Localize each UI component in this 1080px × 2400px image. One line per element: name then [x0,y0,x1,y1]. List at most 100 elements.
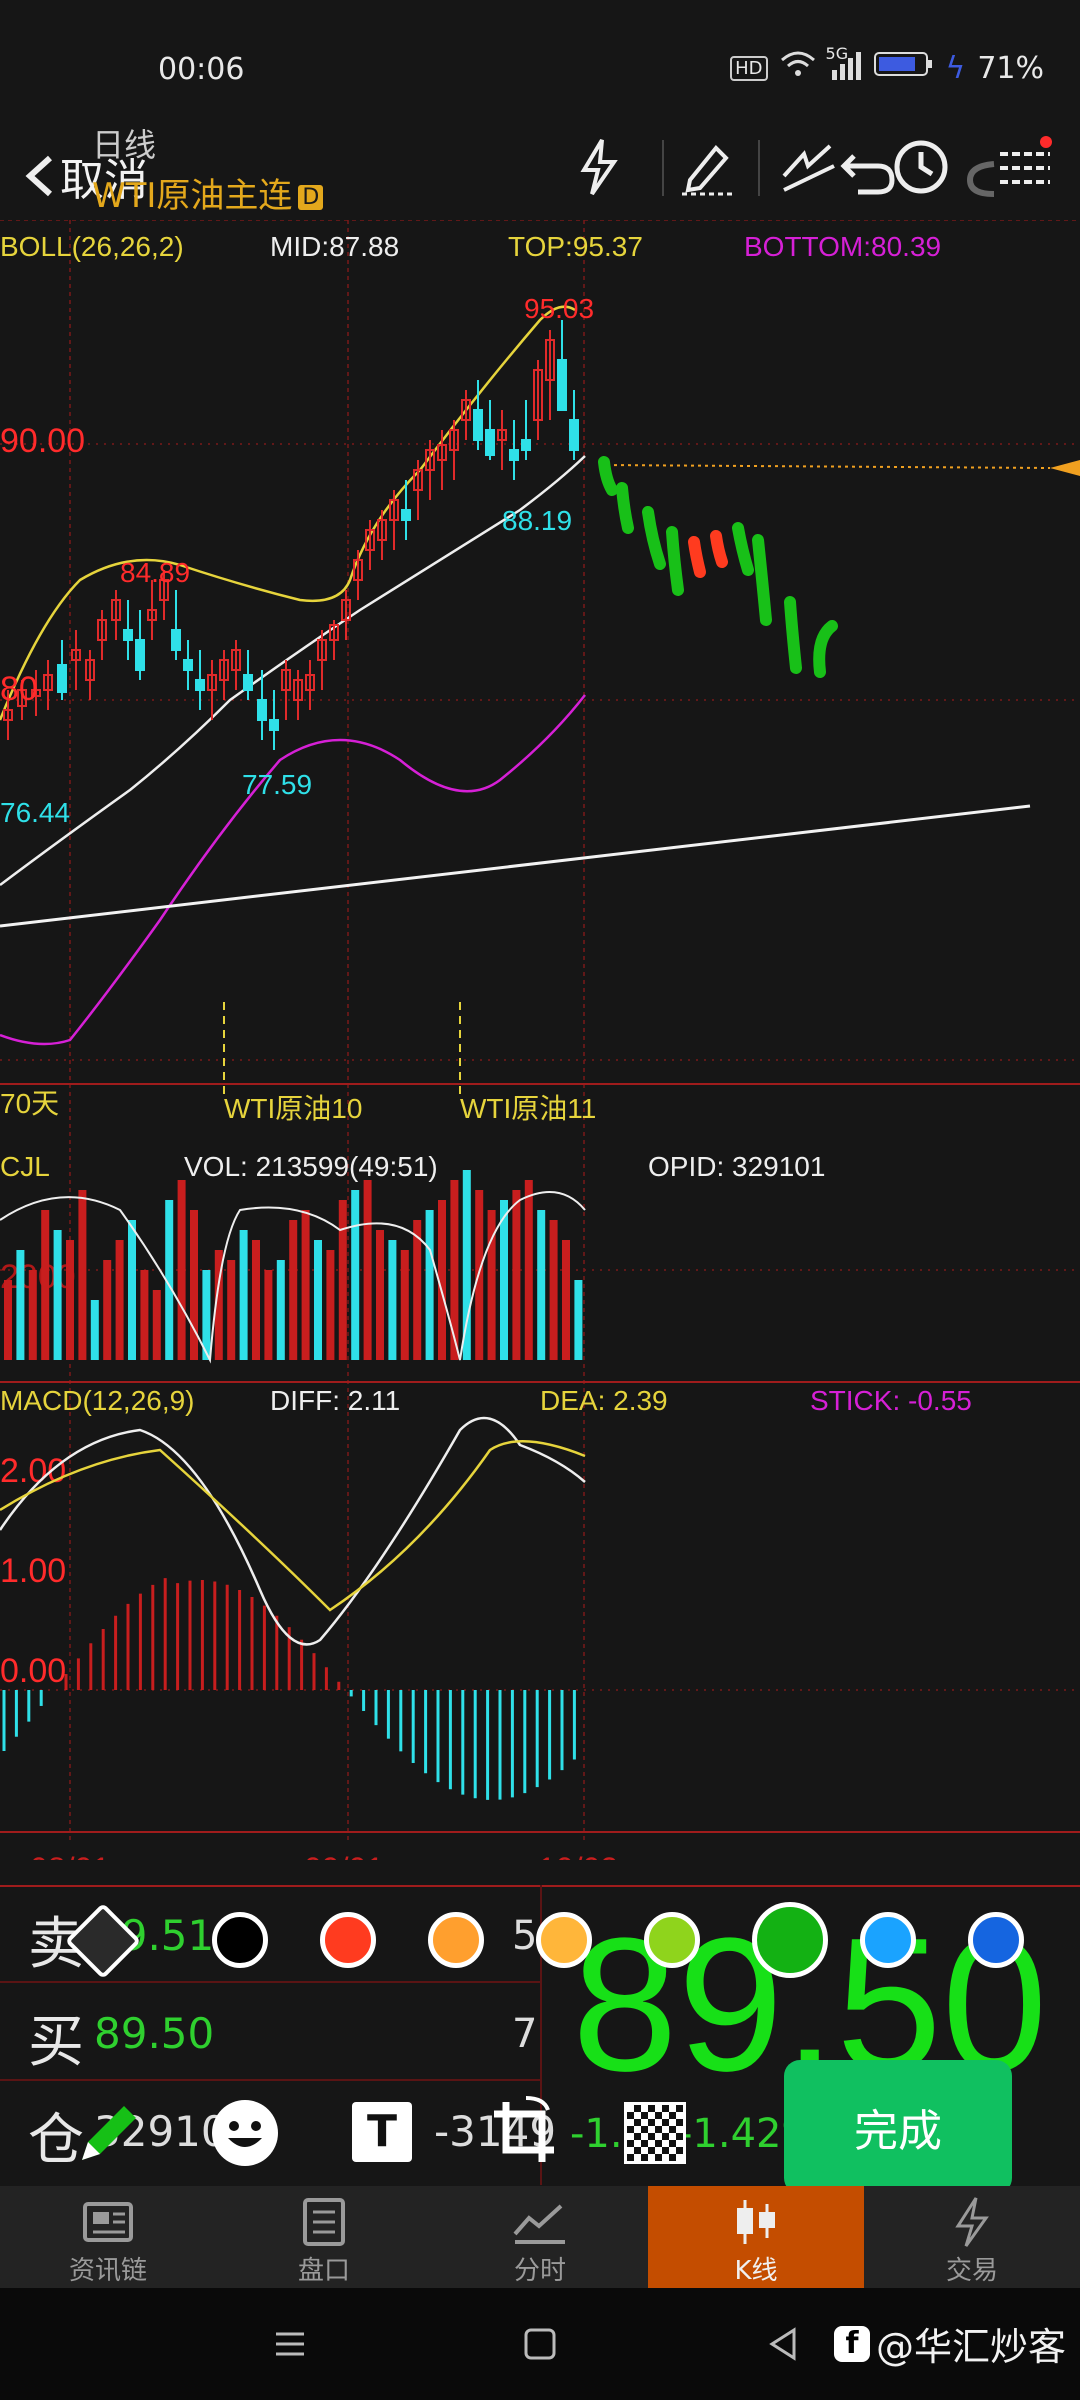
watermark-text: @华汇炒客 [875,2325,1066,2369]
color-swatch[interactable] [212,1912,268,1968]
price-label-88: 88.19 [502,505,572,536]
text-tool-icon[interactable]: T [352,2102,412,2162]
tab-kline[interactable]: K线 [648,2186,864,2288]
color-swatch[interactable] [428,1912,484,1968]
buy-qty: 7 [512,2011,538,2057]
color-swatch[interactable] [752,1902,828,1978]
volume-bar [425,1210,434,1360]
macd-label: MACD(12,26,9) [0,1385,195,1416]
volume-bar [549,1220,558,1360]
span-label: 70天 [0,1088,59,1119]
volume-bar [314,1240,322,1360]
volume-bar [400,1250,409,1360]
boll-label: BOLL(26,26,2) [0,231,184,262]
trade-icon [864,2194,1080,2250]
boll-top: TOP:95.37 [508,231,643,262]
volume-bar [450,1180,459,1360]
bottom-tab-bar: 资讯链 盘口 分时 K线 交易 [0,2186,1080,2288]
price-low-left-label: 76.44 [0,797,70,828]
color-palette[interactable] [0,1902,1080,1984]
candle-body [401,509,411,521]
volume-bar [524,1180,533,1360]
macd-dea: DEA: 2.39 [540,1385,668,1416]
volume-label: CJL [0,1151,50,1182]
eraser-icon[interactable] [64,1902,142,1980]
candle-body [473,409,483,441]
watermark: f @华汇炒客 [833,2316,1066,2371]
buy-label: 买 [28,2010,84,2075]
macd-histogram [2,1578,576,1800]
date-label-1: 08/01 [30,1851,110,1860]
status-bar: 00:06 HD 5G ϟ 71% [0,0,1080,110]
layers-menu-icon[interactable] [964,136,1060,198]
volume-bar [413,1220,422,1360]
done-button[interactable]: 完成 [784,2060,1012,2194]
tab-timeshare[interactable]: 分时 [432,2186,648,2288]
candle-body [521,439,531,451]
drawn-candle-stroke [688,536,706,578]
kline-chart[interactable]: 95.03 90.00 84.89 80 77.59 76.44 88.19 7… [0,220,1080,1860]
volume-bar [239,1230,248,1360]
volume-bar [90,1300,99,1360]
menu-nav-icon[interactable] [270,2324,310,2374]
volume-bar [53,1230,62,1360]
volume-bar [103,1260,112,1360]
back-nav-icon[interactable] [764,2324,804,2374]
mosaic-icon[interactable] [624,2102,686,2164]
candle-body [123,629,133,641]
macd-dea-line [0,1440,586,1612]
date-label-3: 10/02 [538,1851,618,1860]
draw-pen-icon[interactable] [676,136,738,198]
contract-marker-10: WTI原油10 [224,1093,362,1124]
color-swatch[interactable] [536,1912,592,1968]
line-tool-icon[interactable] [778,136,840,198]
volume-bar [276,1260,285,1360]
tab-news-label: 资讯链 [68,2256,147,2286]
tab-trade[interactable]: 交易 [864,2186,1080,2288]
tab-news[interactable]: 资讯链 [0,2186,216,2288]
color-swatch[interactable] [320,1912,376,1968]
volume-bar [562,1240,570,1360]
divider [758,140,760,196]
drawn-candle-stroke [784,596,802,674]
contract-marker-11: WTI原油11 [460,1093,596,1124]
volume-bar [16,1250,25,1360]
hand-drawn-candles [598,456,838,678]
tab-kline-label: K线 [734,2256,778,2286]
tab-orderbook[interactable]: 盘口 [216,2186,432,2288]
network-type: 5G [825,44,849,63]
crop-icon[interactable] [486,2094,562,2170]
instrument-title[interactable]: WTI原油主连 D [92,168,324,217]
drawn-trendline[interactable] [0,804,1031,928]
color-swatch[interactable] [860,1912,916,1968]
pencil-icon[interactable] [74,2098,144,2168]
volume-bar [41,1210,50,1360]
drawn-candle-stroke [666,526,684,596]
color-swatch[interactable] [644,1912,700,1968]
macd-stick: STICK: -0.55 [810,1385,972,1416]
home-nav-icon[interactable] [520,2324,560,2374]
volume-bar [351,1190,360,1360]
volume-bar [264,1270,273,1360]
color-swatch[interactable] [968,1912,1024,1968]
clock-icon[interactable] [890,136,952,198]
macd-diff-line [0,1416,586,1646]
battery-percent: 71% [977,50,1044,86]
volume-bar [140,1270,149,1360]
volume-bar [252,1240,260,1360]
emoji-icon[interactable] [212,2100,278,2166]
volume-bar [326,1250,335,1360]
macd-tick-1: 1.00 [0,1552,66,1590]
chart-canvas[interactable]: 95.03 90.00 84.89 80 77.59 76.44 88.19 7… [0,220,1080,1860]
volume-bar [500,1200,508,1360]
price-label-84: 84.89 [120,557,190,588]
drawn-candle-stroke [732,522,754,576]
drawn-candle-stroke [598,456,618,496]
flash-icon[interactable] [568,136,630,198]
charging-icon: ϟ [945,50,966,86]
news-icon [0,2194,216,2250]
volume-bar [574,1280,583,1360]
signal-icon: 5G [826,44,862,84]
volume-bar [227,1260,236,1360]
candle-body [183,659,193,671]
